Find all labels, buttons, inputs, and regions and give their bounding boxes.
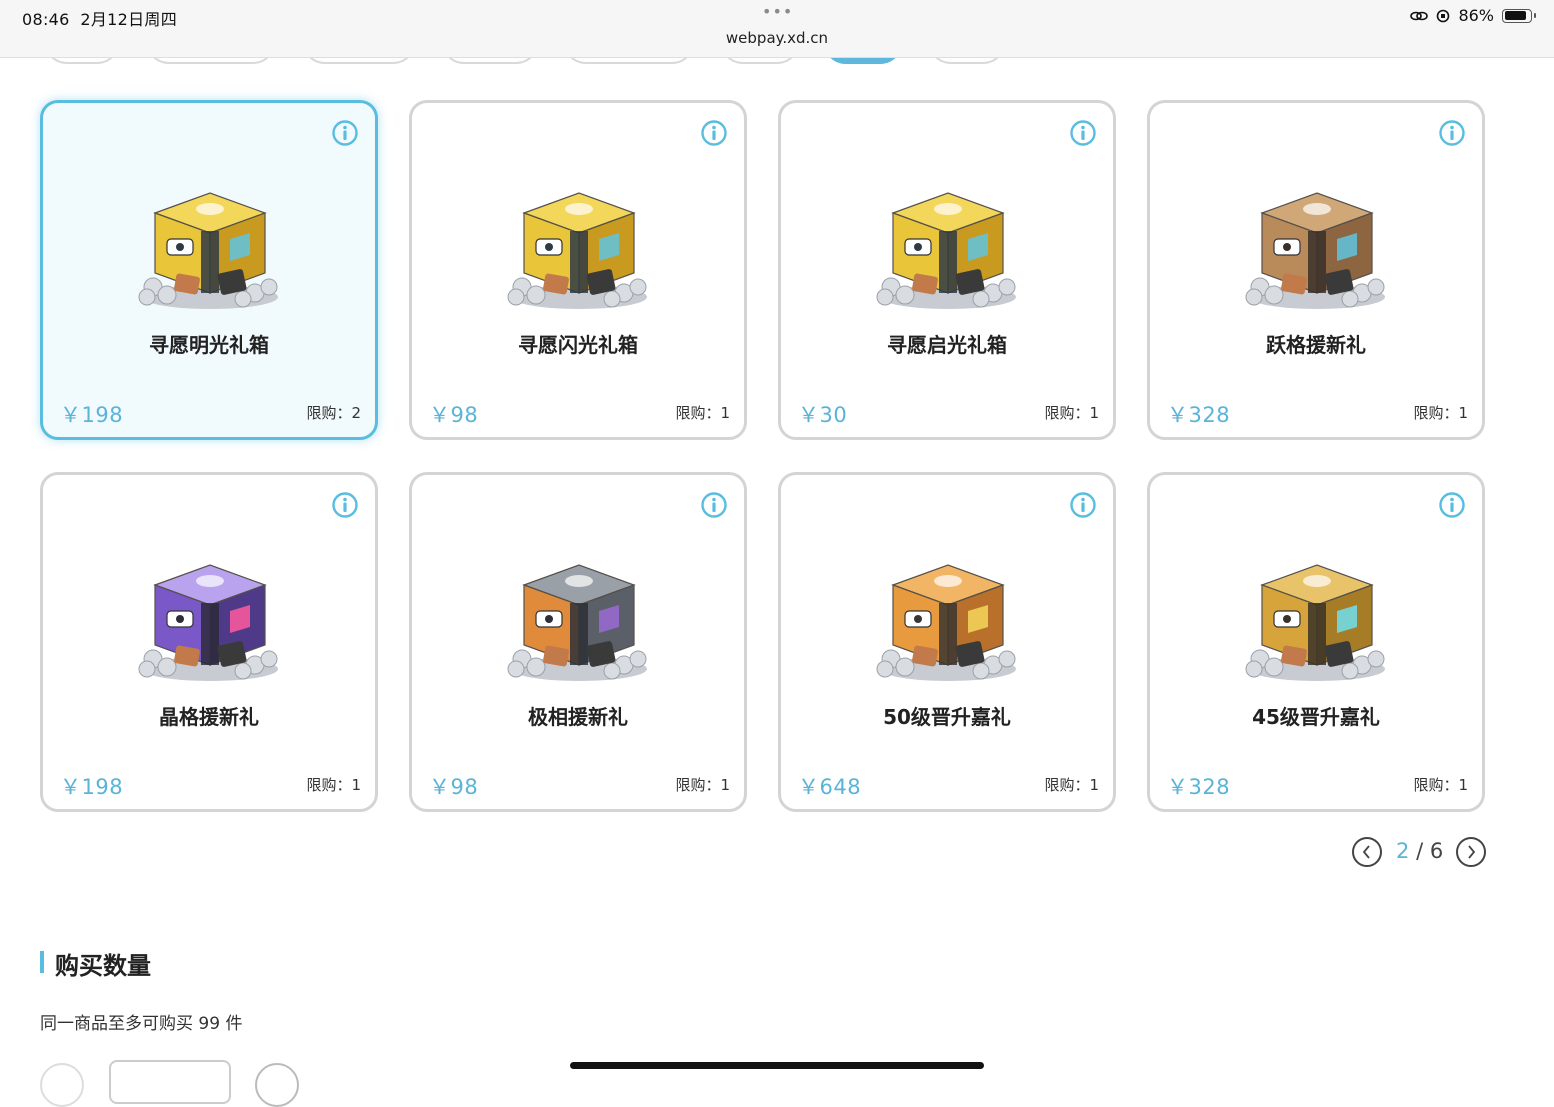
product-name: 寻愿启光礼箱 [887,333,1007,357]
product-name: 晶格援新礼 [159,705,259,729]
total-pages: 6 [1429,839,1444,863]
product-price: ￥98 [429,403,479,427]
current-page: 2 [1396,839,1410,863]
info-icon[interactable] [1438,491,1466,519]
info-icon[interactable] [1438,119,1466,147]
info-icon[interactable] [1069,491,1097,519]
prev-page-button[interactable] [1352,837,1382,867]
product-name: 45级晋升嘉礼 [1252,705,1380,729]
gift-chest-image [138,564,278,681]
purchase-limit: 限购：1 [675,404,730,422]
purchase-limit: 限购：1 [1044,404,1099,422]
battery-percent: 86% [1458,6,1494,25]
chevron-left-icon [1362,845,1370,859]
product-card[interactable]: 45级晋升嘉礼 ￥328 限购：1 [1147,472,1485,812]
link-icon [1410,11,1429,20]
product-name: 50级晋升嘉礼 [883,705,1011,729]
gift-chest-image [138,192,278,309]
home-indicator [570,1062,984,1069]
section-accent-bar [40,951,44,973]
product-price: ￥328 [1167,403,1231,427]
product-card[interactable]: 50级晋升嘉礼 ￥648 限购：1 [778,472,1116,812]
info-icon[interactable] [700,119,728,147]
status-date: 2月12日周四 [80,10,178,29]
quantity-increase-button[interactable] [255,1063,299,1107]
status-icons: 86% [1410,6,1536,25]
info-icon[interactable] [331,491,359,519]
status-time: 08:46 [22,10,70,29]
product-price: ￥328 [1167,775,1231,799]
product-price: ￥648 [798,775,862,799]
info-icon[interactable] [1069,119,1097,147]
gift-chest-image [876,192,1016,309]
browser-more-dots[interactable]: ••• [762,2,793,21]
purchase-limit: 限购：1 [1413,404,1468,422]
product-price: ￥198 [60,403,124,427]
page-indicator: 2 / 6 [1396,839,1443,863]
product-name: 极相援新礼 [528,705,628,729]
gift-chest-image [1245,564,1385,681]
product-name: 跃格援新礼 [1266,333,1366,357]
chevron-right-icon [1468,845,1476,859]
product-card[interactable]: 寻愿闪光礼箱 ￥98 限购：1 [409,100,747,440]
info-icon[interactable] [331,119,359,147]
next-page-button[interactable] [1456,837,1486,867]
purchase-limit: 限购：1 [675,776,730,794]
product-name: 寻愿明光礼箱 [149,333,269,357]
product-name: 寻愿闪光礼箱 [518,333,638,357]
product-card-selected[interactable]: 寻愿明光礼箱 ￥198 限购：2 [40,100,378,440]
product-card[interactable]: 极相援新礼 ￥98 限购：1 [409,472,747,812]
status-time-date: 08:46 2月12日周四 [22,6,177,30]
product-price: ￥30 [798,403,848,427]
address-url[interactable]: webpay.xd.cn [0,29,1554,47]
product-price: ￥98 [429,775,479,799]
gift-chest-image [1245,192,1385,309]
browser-status-bar: 08:46 2月12日周四 ••• webpay.xd.cn 86% [0,0,1554,58]
purchase-limit: 限购：1 [1413,776,1468,794]
quantity-section-title: 购买数量 [55,952,151,980]
quantity-limit-note: 同一商品至多可购买 99 件 [40,1014,243,1034]
gift-chest-image [507,192,647,309]
battery-icon [1502,8,1536,23]
product-card[interactable]: 晶格援新礼 ￥198 限购：1 [40,472,378,812]
purchase-limit: 限购：1 [1044,776,1099,794]
quantity-decrease-button[interactable] [40,1063,84,1107]
orientation-lock-icon [1437,9,1450,22]
product-price: ￥198 [60,775,124,799]
gift-chest-image [876,564,1016,681]
gift-chest-image [507,564,647,681]
quantity-input[interactable] [109,1060,231,1104]
pagination: 2 / 6 [1352,837,1486,871]
product-card[interactable]: 寻愿启光礼箱 ￥30 限购：1 [778,100,1116,440]
page-separator: / [1416,839,1424,863]
purchase-limit: 限购：1 [306,776,361,794]
purchase-limit: 限购：2 [306,404,361,422]
product-card[interactable]: 跃格援新礼 ￥328 限购：1 [1147,100,1485,440]
info-icon[interactable] [700,491,728,519]
